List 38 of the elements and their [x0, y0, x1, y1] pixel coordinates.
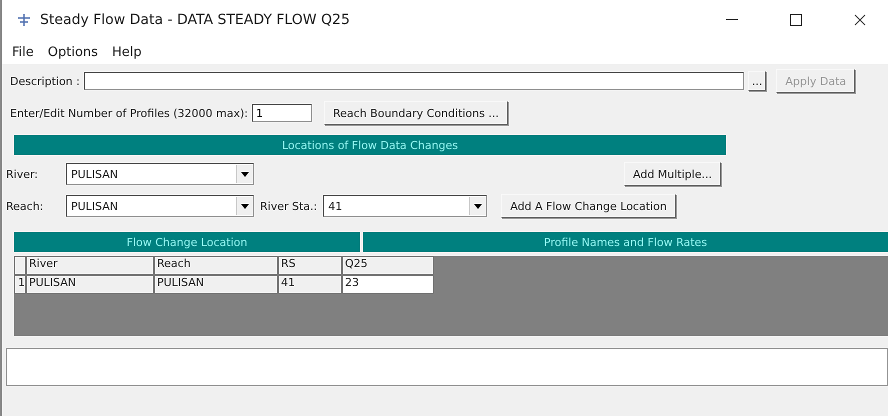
section-header: Locations of Flow Data Changes — [14, 135, 726, 155]
window-title: Steady Flow Data - DATA STEADY FLOW Q25 — [40, 12, 351, 28]
table-cell: PULISAN — [26, 275, 154, 294]
add-location-button[interactable]: Add A Flow Change Location — [501, 194, 676, 218]
app-icon — [16, 12, 32, 28]
caret-icon — [241, 172, 249, 176]
column-header: River — [26, 256, 154, 275]
close-icon — [854, 14, 866, 26]
table-cell: PULISAN — [154, 275, 278, 294]
table-cell: 41 — [278, 275, 342, 294]
column-header: Q25 — [342, 256, 434, 275]
column-header: Reach — [154, 256, 278, 275]
river-station-label: River Sta.: — [260, 200, 318, 212]
minimize-icon — [726, 19, 738, 21]
caret-icon — [474, 204, 482, 208]
menu-item[interactable]: Help — [112, 44, 142, 60]
reach-boundary-button[interactable]: Reach Boundary Conditions ... — [324, 101, 508, 125]
profiles-field[interactable]: 1 — [252, 104, 312, 122]
table-cell — [14, 256, 26, 275]
reach-label: Reach: — [6, 200, 44, 212]
table-header: Profile Names and Flow Rates — [363, 232, 888, 252]
river-station-dropdown[interactable]: 41 — [323, 195, 488, 217]
river-label: River: — [6, 168, 40, 180]
river-dropdown[interactable]: PULISAN — [66, 163, 254, 185]
profiles-label: Enter/Edit Number of Profiles (32000 max): — [10, 106, 248, 120]
reach-dropdown[interactable]: PULISAN — [66, 195, 254, 217]
row-number: 1 — [14, 275, 26, 294]
table-cell[interactable]: 23 — [342, 275, 434, 294]
more-button[interactable]: ... — [748, 71, 766, 91]
description-label: Description : — [10, 74, 80, 88]
column-header: RS — [278, 256, 342, 275]
add-multiple-button[interactable]: Add Multiple... — [624, 162, 721, 186]
maximize-icon — [790, 14, 802, 26]
table-header: Flow Change Location — [14, 232, 360, 252]
menu-item[interactable]: Options — [48, 44, 98, 60]
description-field[interactable] — [84, 72, 744, 90]
caret-icon — [241, 204, 249, 208]
menu-item[interactable]: File — [12, 44, 34, 60]
